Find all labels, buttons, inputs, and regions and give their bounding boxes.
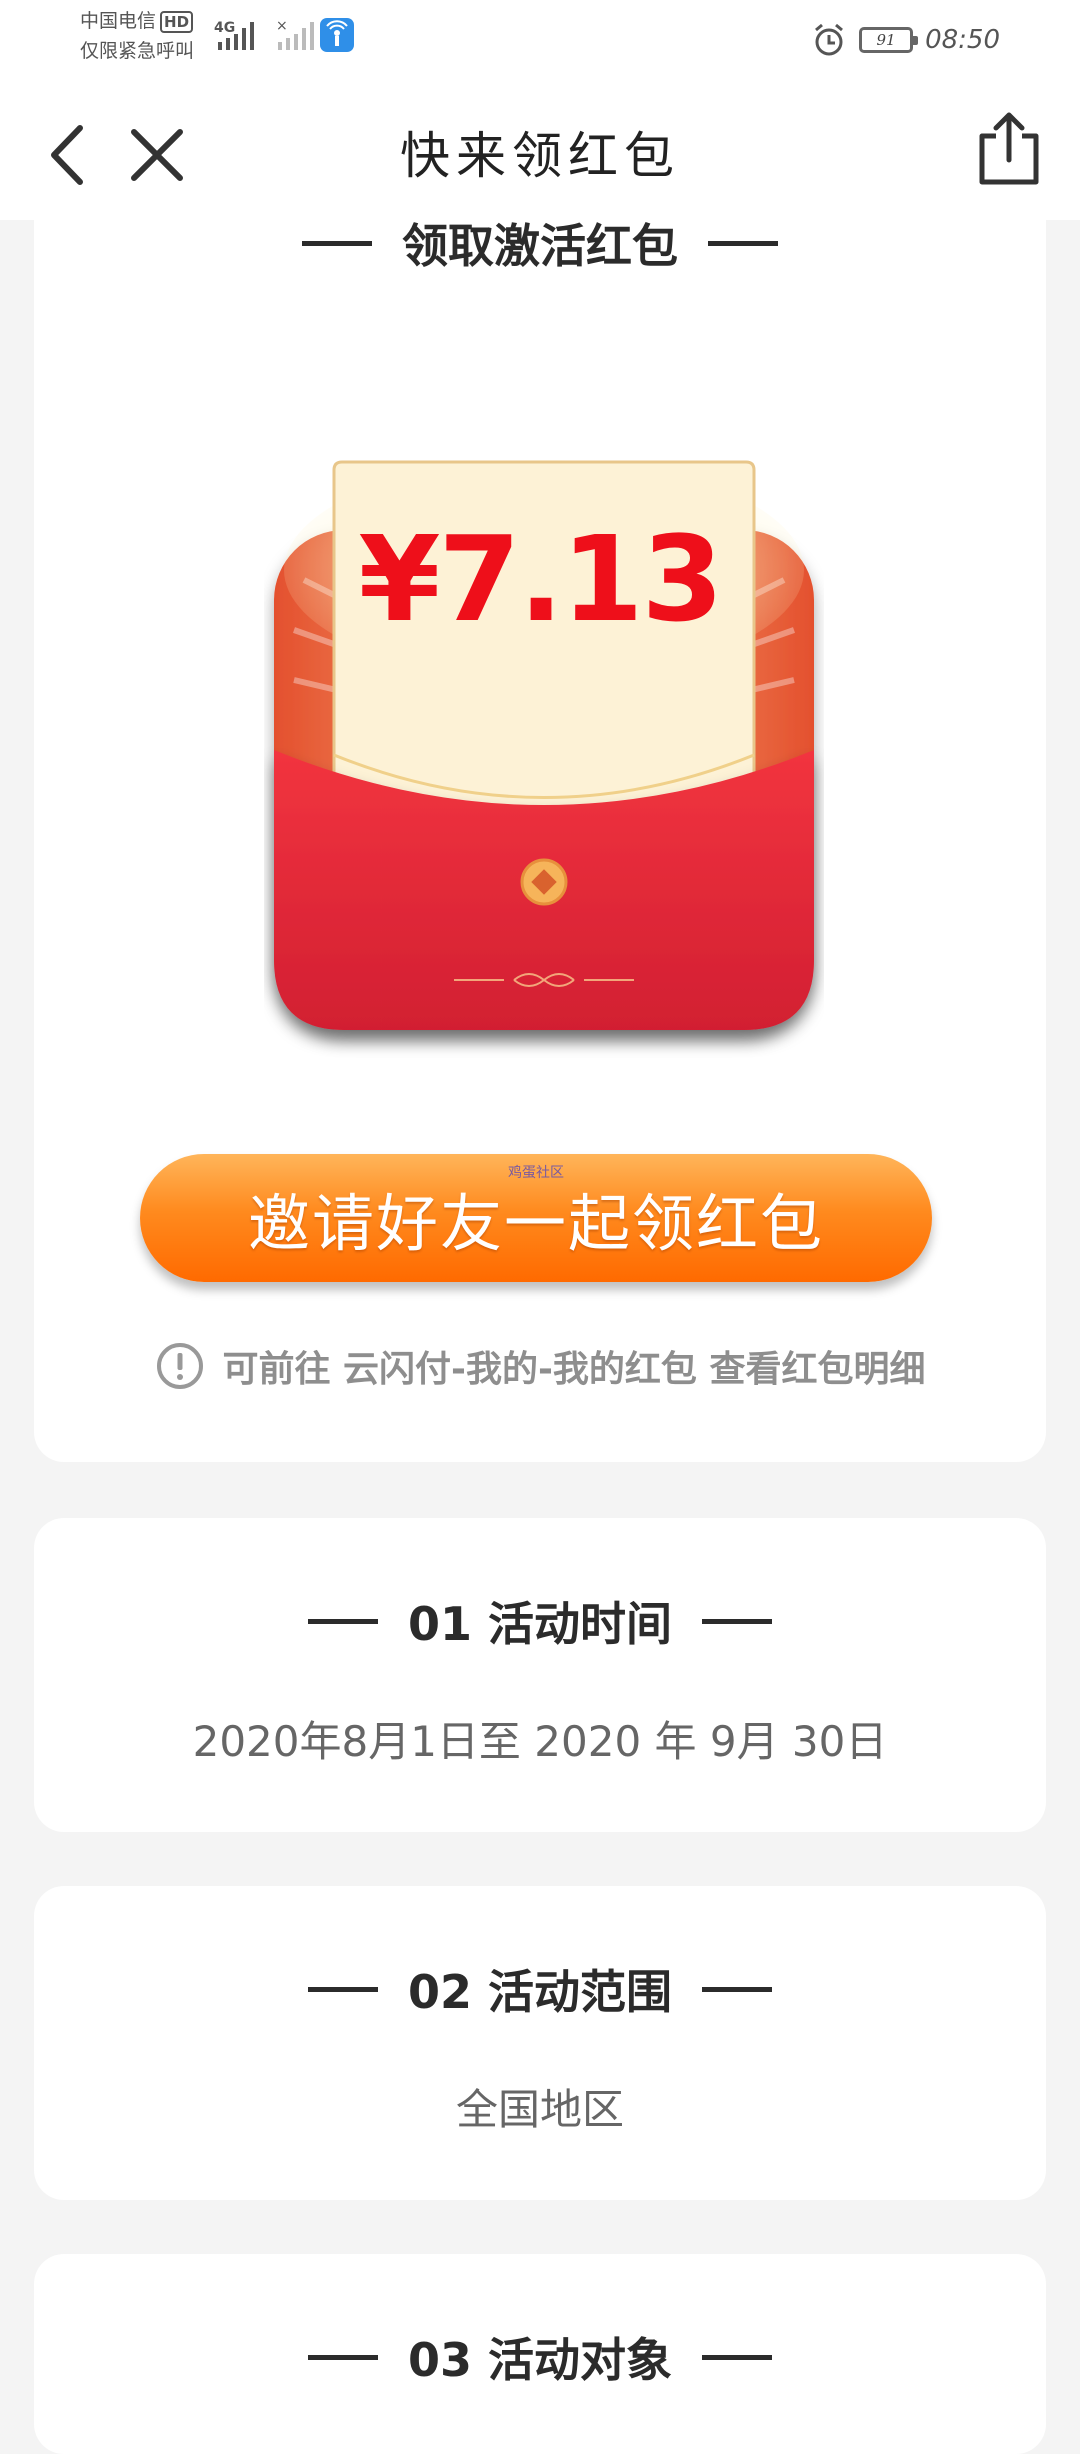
- activity-time-heading: 01 活动时间: [34, 1588, 1046, 1654]
- clock: 08:50: [925, 25, 1000, 55]
- activity-target-heading: 03 活动对象: [34, 2324, 1046, 2390]
- activity-time-heading-text: 01 活动时间: [407, 1597, 673, 1651]
- page-title: 快来领红包: [400, 127, 680, 185]
- heading-dash-left: [307, 1618, 378, 1624]
- activity-target-card: 03 活动对象: [34, 2254, 1046, 2454]
- carrier-name: 中国电信: [80, 10, 157, 32]
- carrier-info: 中国电信 HD 仅限紧急呼叫: [80, 6, 194, 66]
- share-icon[interactable]: [974, 110, 1044, 188]
- watermark-text: 鸡蛋社区: [508, 1165, 564, 1181]
- heading-dash-right: [708, 240, 778, 246]
- info-icon: [156, 1343, 203, 1389]
- svg-text:×: ×: [276, 18, 288, 34]
- red-packet-card: 领取激活红包 ¥7.13 鸡蛋社区 邀请好友一起领红包 可前往 云闪付-我的-我…: [34, 200, 1046, 1462]
- nav-bar: 快来领红包: [0, 80, 1080, 220]
- heading-dash-left: [307, 1986, 378, 1992]
- activity-time-card: 01 活动时间 2020年8月1日至 2020 年 9月 30日: [34, 1518, 1046, 1832]
- hd-badge: HD: [160, 11, 194, 33]
- signal-icon: 4G ×: [214, 18, 354, 52]
- red-packet-amount: ¥7.13: [358, 510, 723, 648]
- battery-icon: 91: [859, 27, 919, 53]
- heading-dash-right: [702, 1986, 773, 1992]
- status-right: 91 08:50: [811, 22, 1000, 58]
- tip-row: 可前往 云闪付-我的-我的红包 查看红包明细: [34, 1340, 1046, 1392]
- heading-dash-right: [702, 2354, 773, 2360]
- invite-friends-button[interactable]: 鸡蛋社区 邀请好友一起领红包: [140, 1154, 932, 1282]
- heading-dash-left: [302, 240, 372, 246]
- activity-time-text: 2020年8月1日至 2020 年 9月 30日: [192, 1717, 888, 1766]
- battery-level: 91: [876, 31, 896, 49]
- alarm-icon: [815, 23, 844, 56]
- heading-dash-right: [702, 1618, 773, 1624]
- activity-scope-heading-text: 02 活动范围: [407, 1965, 673, 2019]
- network-type: 4G: [214, 20, 235, 36]
- emergency-only-text: 仅限紧急呼叫: [80, 40, 195, 62]
- tip-text: 可前往 云闪付-我的-我的红包 查看红包明细: [222, 1349, 926, 1390]
- invite-button-label: 邀请好友一起领红包: [247, 1187, 824, 1260]
- activity-target-heading-text: 03 活动对象: [407, 2333, 673, 2387]
- activity-scope-heading: 02 活动范围: [34, 1956, 1046, 2022]
- activity-scope-text: 全国地区: [455, 2085, 624, 2134]
- status-bar: 中国电信 HD 仅限紧急呼叫 4G × 91 08:50: [0, 0, 1080, 80]
- heading-dash-left: [307, 2354, 378, 2360]
- activity-scope-card: 02 活动范围 全国地区: [34, 1886, 1046, 2200]
